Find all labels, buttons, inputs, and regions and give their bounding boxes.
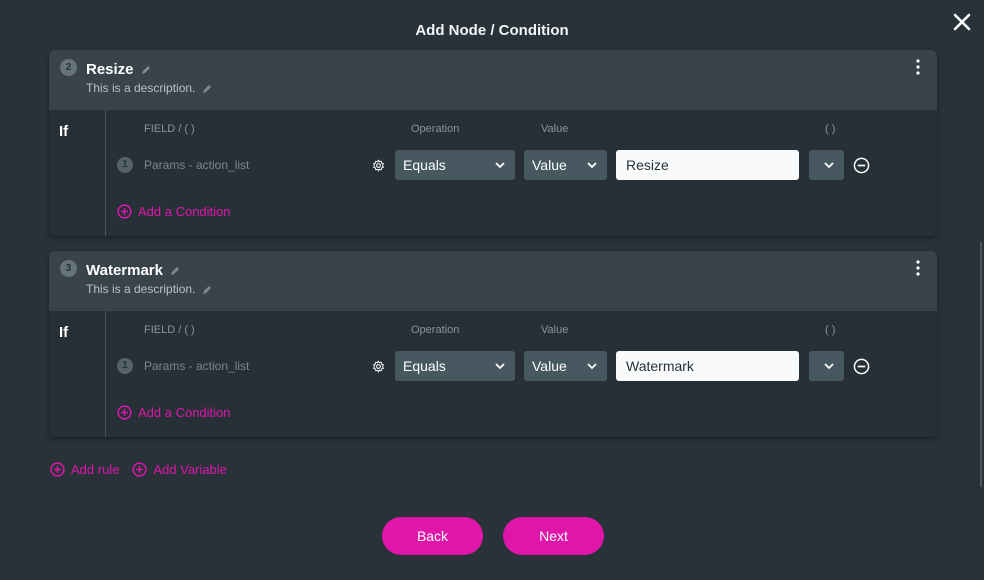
operation-select[interactable]: Equals bbox=[395, 351, 515, 381]
add-variable-label: Add Variable bbox=[153, 462, 227, 477]
divider bbox=[105, 110, 106, 236]
condition-field[interactable]: Params - action_list bbox=[144, 158, 249, 172]
back-button[interactable]: Back bbox=[382, 517, 483, 555]
rule-name[interactable]: Resize bbox=[86, 61, 151, 78]
value-type-select-value: Value bbox=[532, 358, 567, 374]
rule-card: 2 Resize This is a description. If FIELD… bbox=[49, 50, 937, 236]
rule-name-text: Watermark bbox=[86, 262, 163, 279]
operation-select-value: Equals bbox=[403, 157, 446, 173]
condition-number-badge: 1 bbox=[117, 157, 133, 173]
gear-icon[interactable] bbox=[372, 360, 385, 373]
operation-select[interactable]: Equals bbox=[395, 150, 515, 180]
add-condition-label: Add a Condition bbox=[138, 204, 231, 219]
edit-name-icon[interactable] bbox=[170, 266, 180, 276]
rule-description-text: This is a description. bbox=[86, 81, 196, 95]
close-icon[interactable] bbox=[950, 10, 974, 34]
condition-number-badge: 1 bbox=[117, 358, 133, 374]
rule-name[interactable]: Watermark bbox=[86, 262, 180, 279]
footer-links: Add rule Add Variable bbox=[50, 462, 227, 477]
rule-card: 3 Watermark This is a description. If FI… bbox=[49, 251, 937, 437]
rule-number-badge: 2 bbox=[60, 59, 77, 76]
condition-field[interactable]: Params - action_list bbox=[144, 359, 249, 373]
edit-description-icon[interactable] bbox=[202, 285, 212, 295]
more-options-icon[interactable] bbox=[915, 260, 921, 276]
gear-icon[interactable] bbox=[372, 159, 385, 172]
value-type-select-value: Value bbox=[532, 157, 567, 173]
value-type-select[interactable]: Value bbox=[524, 351, 607, 381]
next-button[interactable]: Next bbox=[503, 517, 604, 555]
scrollbar[interactable] bbox=[980, 242, 982, 487]
edit-name-icon[interactable] bbox=[141, 65, 151, 75]
add-rule-button[interactable]: Add rule bbox=[50, 462, 119, 477]
chevron-down-icon bbox=[587, 363, 597, 370]
plus-circle-icon bbox=[117, 204, 132, 219]
rule-description[interactable]: This is a description. bbox=[86, 81, 212, 95]
column-header-field: FIELD / ( ) bbox=[144, 123, 195, 135]
chevron-down-icon bbox=[587, 162, 597, 169]
plus-circle-icon bbox=[117, 405, 132, 420]
paren-select[interactable] bbox=[809, 150, 844, 180]
rule-body: If FIELD / ( ) Operation Value ( ) 1 Par… bbox=[49, 110, 937, 236]
column-header-field: FIELD / ( ) bbox=[144, 324, 195, 336]
edit-description-icon[interactable] bbox=[202, 84, 212, 94]
value-type-select[interactable]: Value bbox=[524, 150, 607, 180]
condition-value-input[interactable] bbox=[616, 351, 799, 381]
add-variable-button[interactable]: Add Variable bbox=[132, 462, 227, 477]
rule-header: 3 Watermark This is a description. bbox=[49, 251, 937, 311]
add-condition-label: Add a Condition bbox=[138, 405, 231, 420]
rule-description[interactable]: This is a description. bbox=[86, 282, 212, 296]
column-header-value: Value bbox=[541, 324, 569, 336]
chevron-down-icon bbox=[824, 363, 834, 370]
more-options-icon[interactable] bbox=[915, 59, 921, 75]
column-header-operation: Operation bbox=[411, 123, 460, 135]
chevron-down-icon bbox=[824, 162, 834, 169]
remove-condition-icon[interactable] bbox=[853, 358, 870, 375]
rule-body: If FIELD / ( ) Operation Value ( ) 1 Par… bbox=[49, 311, 937, 437]
add-rule-label: Add rule bbox=[71, 462, 120, 477]
chevron-down-icon bbox=[495, 162, 505, 169]
rule-description-text: This is a description. bbox=[86, 282, 196, 296]
divider bbox=[105, 311, 106, 437]
add-condition-button[interactable]: Add a Condition bbox=[117, 204, 231, 219]
remove-condition-icon[interactable] bbox=[853, 157, 870, 174]
column-header-paren: ( ) bbox=[825, 123, 836, 135]
operation-select-value: Equals bbox=[403, 358, 446, 374]
rule-name-text: Resize bbox=[86, 61, 134, 78]
plus-circle-icon bbox=[132, 462, 148, 477]
plus-circle-icon bbox=[50, 462, 65, 477]
rule-number-badge: 3 bbox=[60, 260, 77, 277]
chevron-down-icon bbox=[495, 363, 505, 370]
column-header-paren: ( ) bbox=[825, 324, 836, 336]
column-header-operation: Operation bbox=[411, 324, 460, 336]
rule-header: 2 Resize This is a description. bbox=[49, 50, 937, 110]
if-label: If bbox=[59, 324, 69, 341]
modal-title: Add Node / Condition bbox=[415, 22, 569, 39]
paren-select[interactable] bbox=[809, 351, 844, 381]
column-header-value: Value bbox=[541, 123, 569, 135]
condition-value-input[interactable] bbox=[616, 150, 799, 180]
add-condition-button[interactable]: Add a Condition bbox=[117, 405, 231, 420]
if-label: If bbox=[59, 123, 69, 140]
